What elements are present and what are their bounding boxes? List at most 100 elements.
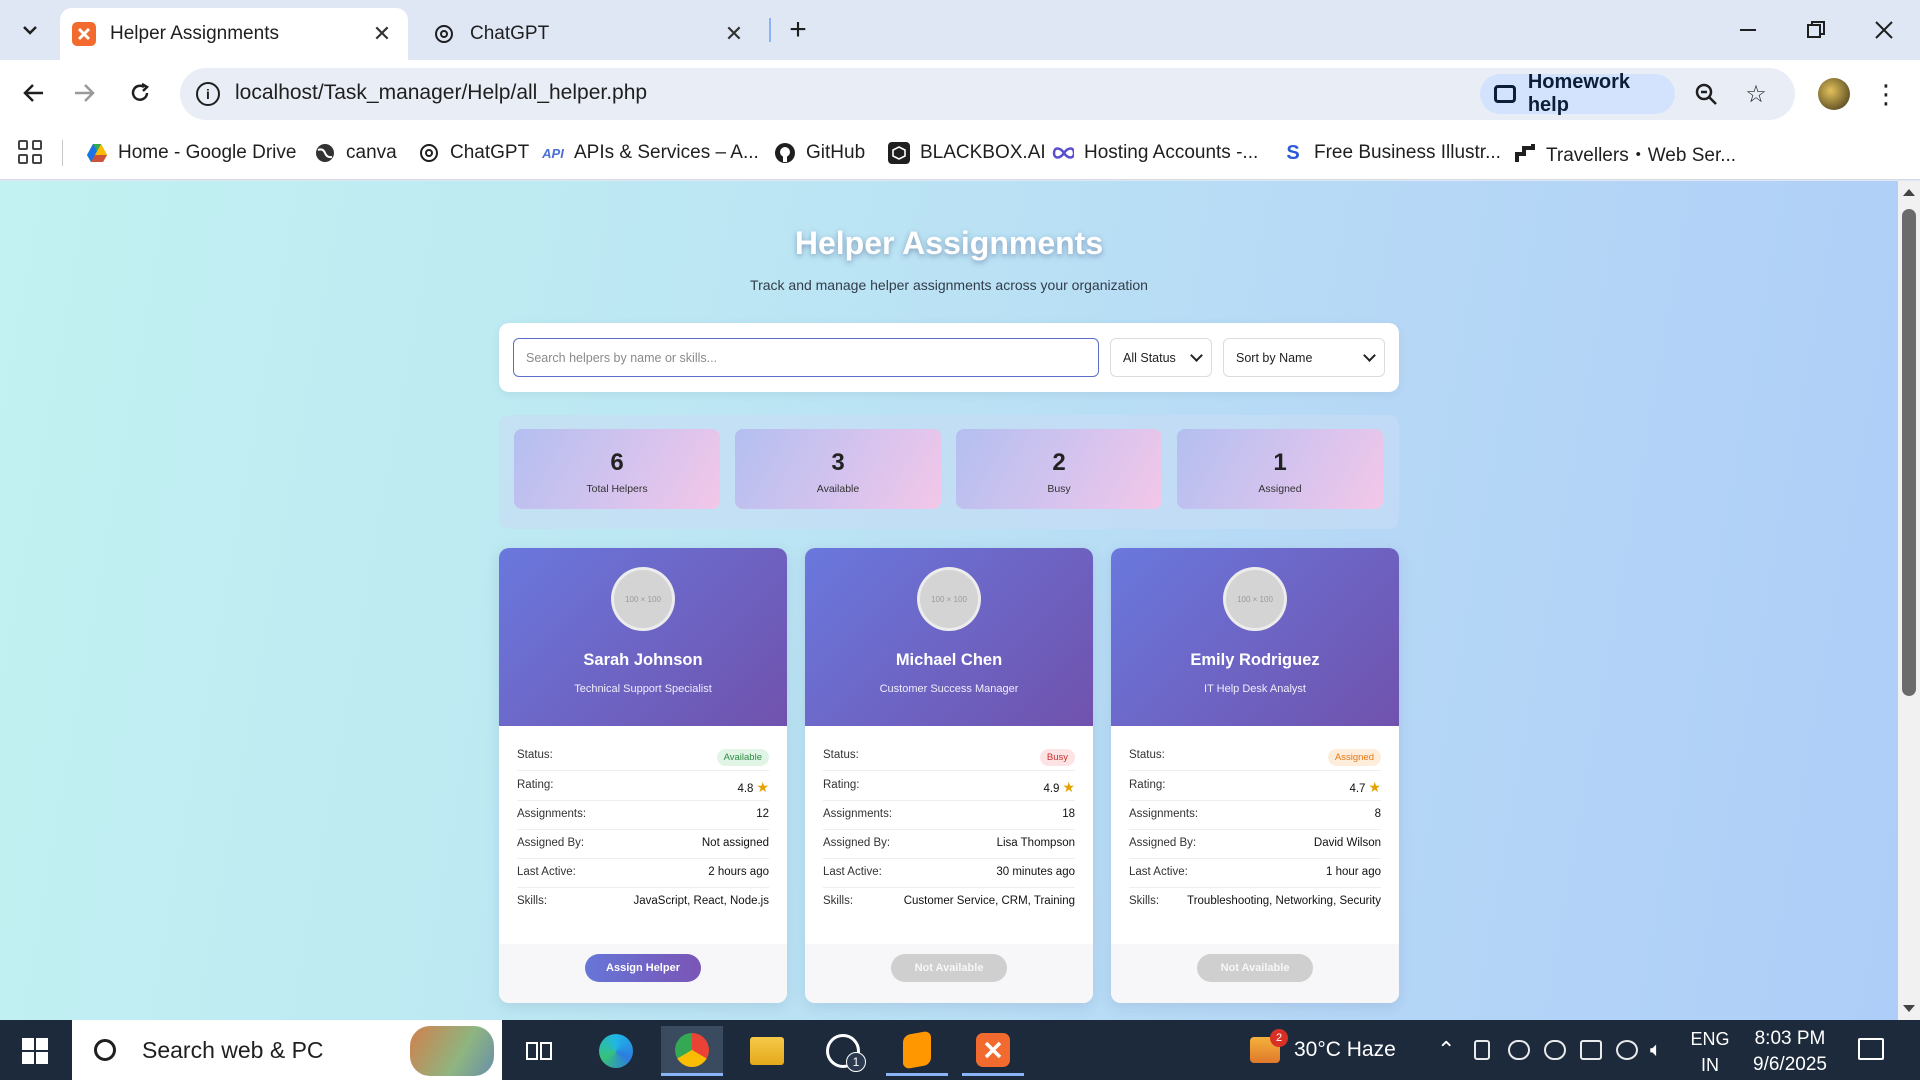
onedrive-personal-icon[interactable] bbox=[1544, 1040, 1566, 1060]
homework-help-button[interactable]: Homework help bbox=[1480, 71, 1675, 116]
clock-date: 9/6/2025 bbox=[1753, 1054, 1827, 1075]
arrow-left-icon bbox=[23, 84, 43, 102]
avatar: 100 × 100 bbox=[917, 567, 981, 631]
stat-available: 3 Available bbox=[735, 429, 941, 509]
bookmark-hosting[interactable]: Hosting Accounts -... bbox=[1052, 138, 1258, 168]
field-label: Rating: bbox=[1129, 779, 1166, 791]
stat-label: Total Helpers bbox=[586, 483, 648, 495]
close-tab-icon[interactable]: ✕ bbox=[722, 21, 746, 47]
taskbar-sublime[interactable] bbox=[886, 1026, 948, 1076]
not-available-button[interactable]: Not Available bbox=[891, 954, 1007, 982]
sort-select[interactable]: Sort by Name bbox=[1223, 338, 1385, 377]
tab-chatgpt[interactable]: ChatGPT ✕ bbox=[420, 8, 760, 60]
meet-now-icon[interactable] bbox=[1474, 1040, 1490, 1060]
start-button[interactable] bbox=[22, 1038, 48, 1064]
not-available-button[interactable]: Not Available bbox=[1197, 954, 1313, 982]
taskbar-whatsapp[interactable]: 1 bbox=[812, 1026, 874, 1076]
site-info-icon[interactable]: i bbox=[196, 82, 220, 106]
volume-icon[interactable]: 🔈︎ bbox=[1650, 1020, 1662, 1080]
star-icon: ★ bbox=[1368, 779, 1381, 795]
card-footer: Not Available bbox=[1111, 944, 1399, 1003]
assigned-by-value: Not assigned bbox=[701, 837, 769, 849]
bookmark-label: Free Business Illustr... bbox=[1314, 142, 1501, 163]
weather-icon: 2 bbox=[1250, 1029, 1288, 1063]
status-badge: Assigned bbox=[1327, 749, 1381, 766]
tab-search-button[interactable] bbox=[12, 12, 48, 48]
bookmark-business-illustrations[interactable]: S Free Business Illustr... bbox=[1282, 138, 1501, 168]
profile-avatar[interactable] bbox=[1818, 78, 1850, 110]
battery-icon[interactable] bbox=[1580, 1040, 1602, 1060]
bookmark-label: APIs & Services – A... bbox=[574, 142, 759, 163]
language-indicator[interactable]: ENG IN bbox=[1688, 1026, 1732, 1078]
close-tab-icon[interactable]: ✕ bbox=[370, 21, 394, 47]
bookmark-chatgpt[interactable]: ChatGPT bbox=[418, 138, 529, 168]
folder-icon bbox=[750, 1037, 784, 1065]
last-active-row: Last Active: 2 hours ago bbox=[517, 859, 769, 888]
address-bar[interactable]: i localhost/Task_manager/Help/all_helper… bbox=[180, 68, 1795, 120]
close-window-button[interactable] bbox=[1850, 0, 1918, 60]
url-text[interactable]: localhost/Task_manager/Help/all_helper.p… bbox=[235, 81, 647, 105]
helper-role: IT Help Desk Analyst bbox=[1204, 683, 1306, 695]
taskbar-search-box[interactable]: Search web & PC bbox=[72, 1020, 502, 1080]
taskbar-edge[interactable] bbox=[585, 1026, 647, 1076]
forward-button[interactable] bbox=[64, 73, 104, 113]
task-view-button[interactable] bbox=[508, 1026, 570, 1076]
tab-helper-assignments[interactable]: Helper Assignments ✕ bbox=[60, 8, 408, 60]
helper-search-input[interactable] bbox=[513, 338, 1099, 377]
field-label: Status: bbox=[1129, 749, 1165, 761]
assigned-by-row: Assigned By: Not assigned bbox=[517, 830, 769, 859]
reload-button[interactable] bbox=[120, 73, 160, 113]
assignments-row: Assignments: 18 bbox=[823, 801, 1075, 830]
onedrive-icon[interactable] bbox=[1508, 1040, 1530, 1060]
taskbar-file-explorer[interactable] bbox=[736, 1026, 798, 1076]
taskbar-chrome[interactable] bbox=[661, 1026, 723, 1076]
tab-divider bbox=[769, 18, 771, 42]
field-label: Skills: bbox=[1129, 895, 1160, 907]
assigned-by-row: Assigned By: David Wilson bbox=[1129, 830, 1381, 859]
bookmark-travellers[interactable]: Travellers・Web Ser... bbox=[1514, 138, 1736, 168]
sublime-text-icon bbox=[903, 1030, 931, 1069]
system-clock[interactable]: 8:03 PM 9/6/2025 bbox=[1742, 1026, 1838, 1078]
minimize-button[interactable] bbox=[1714, 0, 1782, 60]
bookmark-star-icon[interactable]: ☆ bbox=[1740, 78, 1772, 110]
taskbar-xampp[interactable] bbox=[962, 1026, 1024, 1076]
assign-helper-button[interactable]: Assign Helper bbox=[585, 954, 701, 982]
status-filter-select[interactable]: All Status bbox=[1110, 338, 1212, 377]
avatar: 100 × 100 bbox=[1223, 567, 1287, 631]
weather-widget[interactable]: 2 30°C Haze bbox=[1250, 1020, 1396, 1080]
assignments-value: 8 bbox=[1374, 808, 1381, 820]
bookmark-label: ChatGPT bbox=[450, 142, 530, 163]
scroll-up-icon[interactable] bbox=[1903, 189, 1915, 196]
bookmark-apis[interactable]: API APIs & Services – A... bbox=[542, 138, 759, 168]
bookmark-github[interactable]: GitHub bbox=[774, 138, 865, 168]
scroll-down-icon[interactable] bbox=[1903, 1005, 1915, 1012]
page-scrollbar[interactable] bbox=[1898, 181, 1920, 1020]
filter-bar: All Status Sort by Name bbox=[499, 323, 1399, 392]
status-row: Status: Busy bbox=[823, 742, 1075, 771]
bookmark-canva[interactable]: canva bbox=[314, 138, 397, 168]
scrollbar-thumb[interactable] bbox=[1902, 209, 1916, 696]
api-icon: API bbox=[542, 145, 564, 161]
bookmark-google-drive[interactable]: Home - Google Drive bbox=[86, 138, 296, 168]
stat-total-helpers: 6 Total Helpers bbox=[514, 429, 720, 509]
network-globe-icon[interactable] bbox=[1616, 1040, 1638, 1060]
chatgpt-icon bbox=[418, 142, 440, 164]
browser-menu-icon[interactable]: ⋮ bbox=[1870, 74, 1902, 114]
chevron-up-icon[interactable]: ⌃ bbox=[1437, 1020, 1455, 1080]
bookmark-blackbox[interactable]: BLACKBOX.AI bbox=[888, 138, 1046, 168]
apps-grid-icon[interactable] bbox=[18, 140, 42, 164]
new-tab-button[interactable]: + bbox=[780, 12, 816, 48]
stat-label: Busy bbox=[1047, 483, 1071, 495]
star-icon: ★ bbox=[1062, 779, 1075, 795]
last-active-value: 2 hours ago bbox=[708, 866, 769, 878]
helper-name: Emily Rodriguez bbox=[1190, 651, 1320, 669]
helper-name: Michael Chen bbox=[895, 651, 1003, 669]
field-label: Skills: bbox=[517, 895, 548, 907]
restore-button[interactable] bbox=[1782, 0, 1850, 60]
back-button[interactable] bbox=[14, 73, 54, 113]
zoom-icon[interactable] bbox=[1690, 78, 1722, 110]
notifications-icon[interactable] bbox=[1858, 1038, 1884, 1060]
assigned-by-value: David Wilson bbox=[1313, 837, 1381, 849]
weather-badge: 2 bbox=[1270, 1029, 1288, 1047]
bookmark-label: GitHub bbox=[806, 142, 866, 163]
